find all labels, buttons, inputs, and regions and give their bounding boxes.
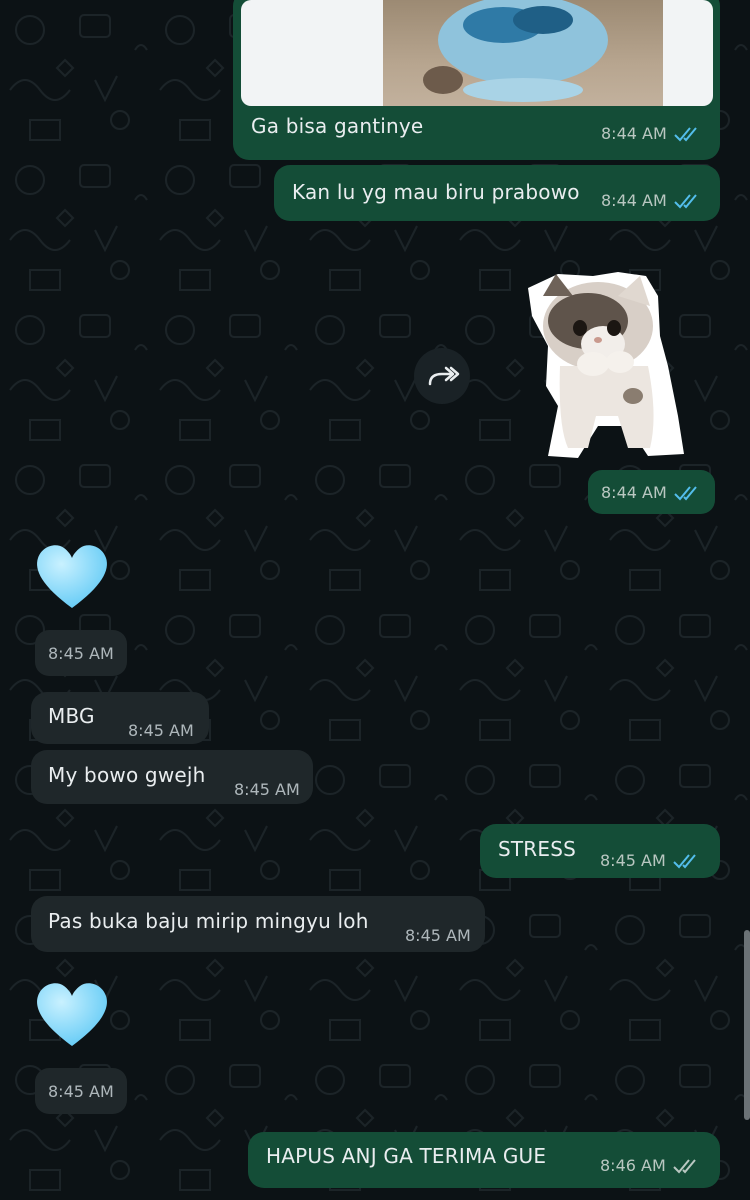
read-ticks-icon xyxy=(674,485,697,500)
blue-heart-icon xyxy=(37,983,107,1046)
message-text: STRESS xyxy=(498,837,577,861)
read-ticks-icon xyxy=(674,193,697,208)
message-text: Pas buka baju mirip mingyu loh xyxy=(48,909,369,933)
message-time: 8:45 AM xyxy=(600,851,666,870)
kitten-sticker-image xyxy=(528,272,684,458)
bouquet-photo[interactable] xyxy=(383,0,663,106)
dancing-kitten-sticker[interactable] xyxy=(518,266,688,462)
message-meta: 8:45 AM xyxy=(48,1082,114,1101)
message-meta: 8:44 AM xyxy=(601,124,703,143)
message-text: HAPUS ANJ GA TERIMA GUE xyxy=(266,1144,547,1168)
message-meta: 8:45 AM xyxy=(48,644,114,663)
read-ticks-icon xyxy=(673,853,696,868)
message-meta: 8:44 AM xyxy=(601,191,703,210)
message-time: 8:45 AM xyxy=(48,1082,114,1101)
message-text: Ga bisa gantinye xyxy=(251,114,424,138)
message-bubble-outgoing[interactable]: Kan lu yg mau biru prabowo 8:44 AM xyxy=(274,165,720,221)
message-time: 8:45 AM xyxy=(48,644,114,663)
light-blue-heart-emoji[interactable] xyxy=(32,978,112,1050)
message-bubble-outgoing[interactable]: STRESS 8:45 AM xyxy=(480,824,720,878)
message-time: 8:45 AM xyxy=(405,926,471,945)
message-bubble-incoming[interactable]: Pas buka baju mirip mingyu loh 8:45 AM xyxy=(31,896,485,952)
message-bubble-outgoing[interactable]: Ga bisa gantinye 8:44 AM xyxy=(233,0,720,160)
message-time: 8:45 AM xyxy=(128,721,194,740)
message-time: 8:46 AM xyxy=(600,1156,666,1175)
forward-icon xyxy=(428,366,460,386)
message-time: 8:44 AM xyxy=(601,191,667,210)
forward-button[interactable] xyxy=(414,348,470,404)
message-time: 8:44 AM xyxy=(601,124,667,143)
blue-heart-icon xyxy=(37,545,107,608)
message-meta: 8:46 AM xyxy=(600,1156,702,1175)
light-blue-heart-emoji[interactable] xyxy=(32,540,112,612)
message-meta: 8:45 AM xyxy=(234,780,300,799)
message-bubble-incoming[interactable]: My bowo gwejh 8:45 AM xyxy=(31,750,313,804)
message-text: My bowo gwejh xyxy=(48,763,206,787)
emoji-time-badge: 8:45 AM xyxy=(35,630,127,676)
message-meta: 8:44 AM xyxy=(601,483,703,502)
message-time: 8:45 AM xyxy=(234,780,300,799)
message-meta: 8:45 AM xyxy=(600,851,702,870)
chat-scrollbar[interactable] xyxy=(744,930,750,1120)
emoji-time-badge: 8:45 AM xyxy=(35,1068,127,1114)
message-meta: 8:45 AM xyxy=(128,721,194,740)
message-meta: 8:45 AM xyxy=(405,926,471,945)
delivered-ticks-icon xyxy=(673,1158,696,1173)
blue-bouquet-image xyxy=(423,0,608,102)
message-text: MBG xyxy=(48,704,95,728)
image-frame[interactable] xyxy=(241,0,713,106)
message-bubble-outgoing[interactable]: HAPUS ANJ GA TERIMA GUE 8:46 AM xyxy=(248,1132,720,1188)
sticker-time-badge: 8:44 AM xyxy=(588,470,715,514)
message-text: Kan lu yg mau biru prabowo xyxy=(292,180,580,204)
message-time: 8:44 AM xyxy=(601,483,667,502)
message-bubble-incoming[interactable]: MBG 8:45 AM xyxy=(31,692,209,744)
read-ticks-icon xyxy=(674,126,697,141)
